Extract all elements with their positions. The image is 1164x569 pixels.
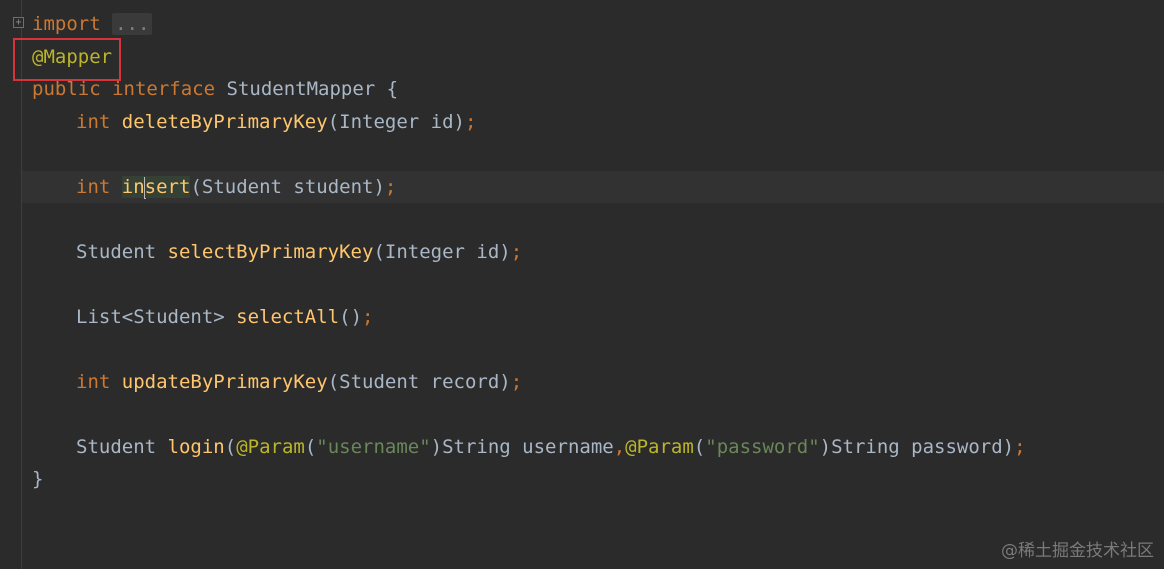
method-name-part: sert	[144, 176, 191, 198]
watermark: @稀土掘金技术社区	[1001, 541, 1154, 561]
return-type: Student	[76, 241, 157, 263]
code-line-select-all[interactable]: List<Student> selectAll();	[32, 302, 373, 332]
method-args: (Student student)	[190, 176, 385, 198]
semicolon: ;	[384, 176, 397, 198]
code-line-insert[interactable]: int insert(Student student);	[32, 172, 396, 202]
method-name: login	[167, 436, 225, 458]
method-args: (Integer id)	[373, 241, 511, 263]
param-annotation: @Param	[625, 436, 694, 458]
close-brace: }	[32, 468, 44, 490]
open-paren: (	[224, 436, 237, 458]
code-line-delete[interactable]: int deleteByPrimaryKey(Integer id);	[32, 107, 476, 137]
semicolon: ;	[464, 111, 477, 133]
interface-keyword: interface	[112, 78, 216, 100]
semicolon: ;	[362, 306, 374, 328]
open-brace: {	[386, 78, 399, 100]
method-args: (Integer id)	[327, 111, 465, 133]
code-line-select[interactable]: Student selectByPrimaryKey(Integer id);	[32, 237, 522, 267]
fold-expand-icon[interactable]: +	[13, 17, 24, 28]
string-literal: "password"	[705, 436, 820, 458]
code-line-annotation[interactable]: @Mapper	[32, 42, 112, 72]
comma: ,	[613, 436, 626, 458]
public-keyword: public	[32, 78, 101, 100]
semicolon: ;	[510, 371, 523, 393]
param-declaration: )String username	[430, 436, 614, 458]
return-type: List<Student>	[76, 306, 225, 328]
method-name: selectAll	[236, 306, 340, 328]
code-editor[interactable]: + import ... @Mapper public interface St…	[0, 0, 1164, 569]
method-args: ()	[339, 306, 363, 328]
semicolon: ;	[1014, 436, 1026, 458]
param-declaration: )String password)	[819, 436, 1015, 458]
code-line-close[interactable]: }	[32, 464, 43, 494]
paren: (	[304, 436, 317, 458]
semicolon: ;	[510, 241, 523, 263]
code-line-interface[interactable]: public interface StudentMapper {	[32, 74, 398, 104]
code-line-update[interactable]: int updateByPrimaryKey(Student record);	[32, 367, 522, 397]
code-line-login[interactable]: Student login(@Param("username")String u…	[32, 432, 1026, 462]
method-name: selectByPrimaryKey	[167, 241, 374, 263]
method-name: deleteByPrimaryKey	[121, 111, 328, 133]
return-type: Student	[76, 436, 157, 458]
return-type: int	[76, 111, 111, 133]
method-name-part: in	[121, 176, 145, 198]
mapper-annotation: @Mapper	[32, 46, 113, 68]
interface-name: StudentMapper	[226, 78, 376, 100]
method-name: updateByPrimaryKey	[121, 371, 328, 393]
string-literal: "username"	[316, 436, 431, 458]
param-annotation: @Param	[236, 436, 305, 458]
editor-gutter	[0, 0, 22, 569]
folded-imports[interactable]: ...	[112, 13, 153, 35]
paren: (	[693, 436, 706, 458]
method-args: (Student record)	[327, 371, 511, 393]
return-type: int	[76, 371, 111, 393]
import-keyword: import	[32, 13, 101, 35]
code-line-import[interactable]: import ...	[32, 9, 153, 39]
return-type: int	[76, 176, 111, 198]
